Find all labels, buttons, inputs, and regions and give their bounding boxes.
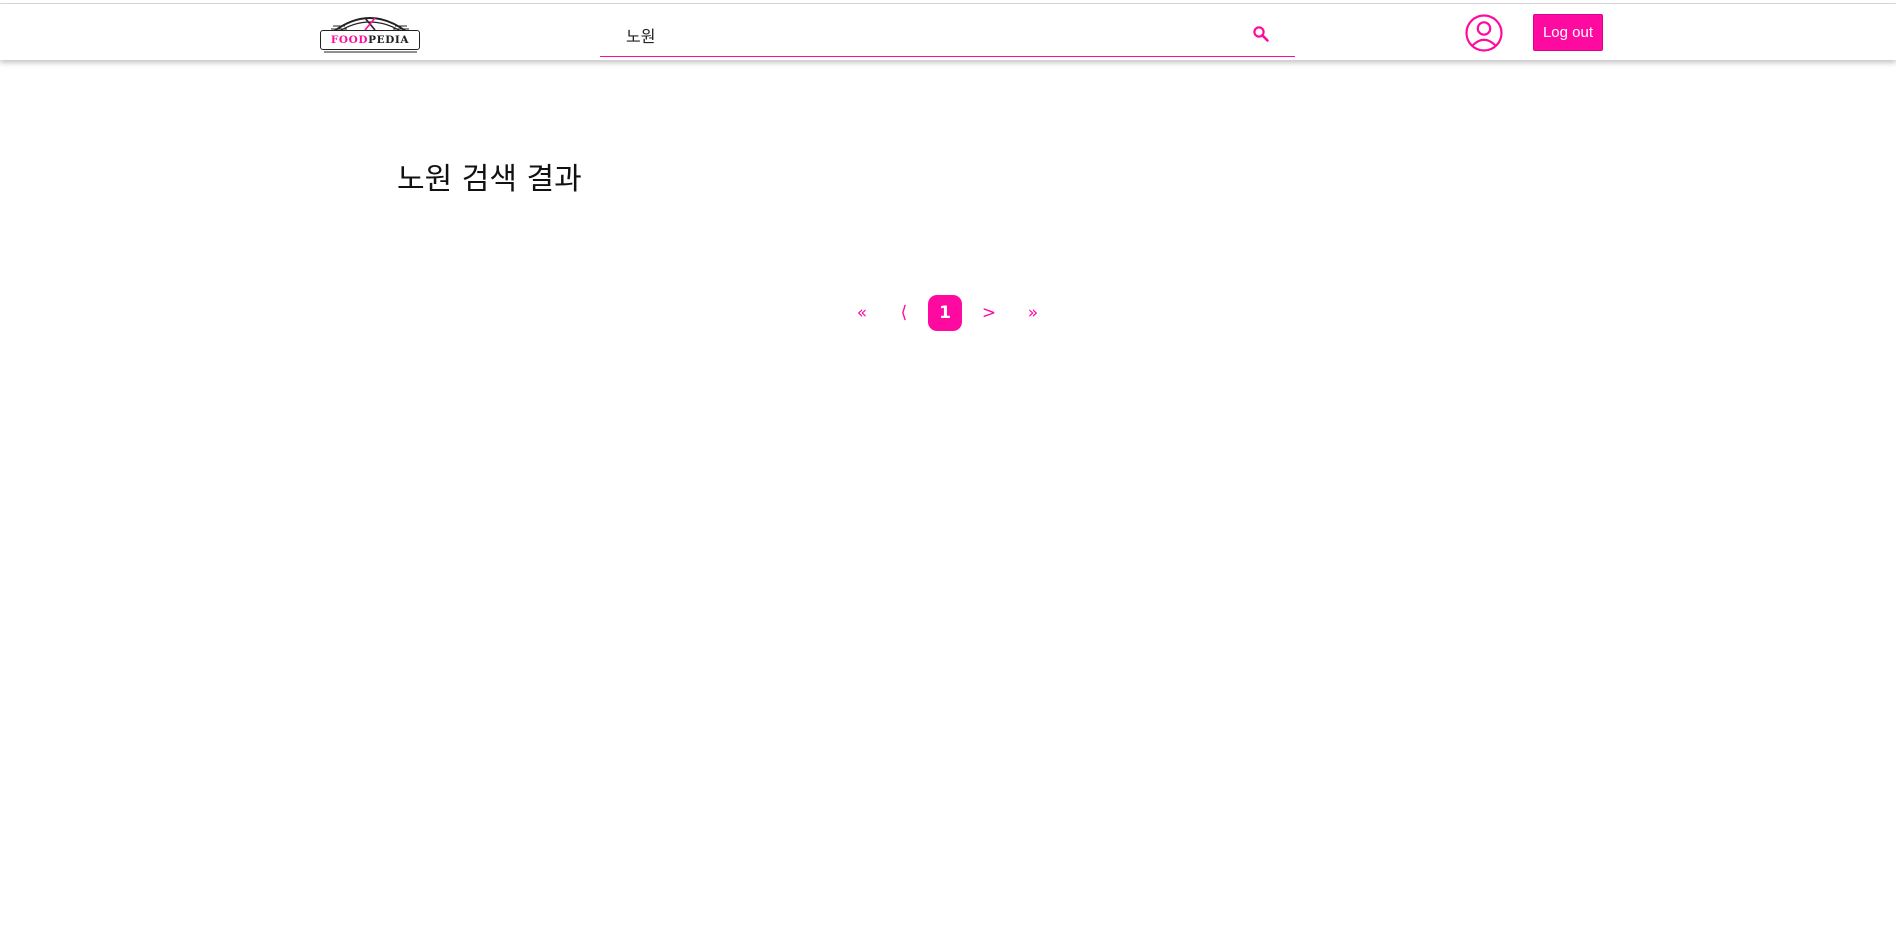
- logout-button[interactable]: Log out: [1533, 14, 1603, 51]
- logo-text-food: FOOD: [330, 34, 369, 46]
- logo-text-pedia: PEDIA: [368, 34, 410, 46]
- current-page-button[interactable]: 1: [928, 295, 962, 331]
- page-title: 노원 검색 결과: [397, 162, 582, 197]
- user-avatar-icon[interactable]: [1465, 14, 1503, 52]
- page: FOODPEDIA Log out 노원 검색 결과 « ⟨ 1 > »: [0, 0, 1896, 933]
- header-bar: FOODPEDIA Log out: [0, 4, 1896, 60]
- last-page-button[interactable]: »: [1022, 295, 1044, 331]
- next-page-button[interactable]: >: [978, 295, 1000, 331]
- logo-text: FOODPEDIA: [321, 31, 419, 49]
- search-bar: [600, 12, 1295, 57]
- foodpedia-logo[interactable]: FOODPEDIA: [319, 10, 422, 56]
- first-page-button[interactable]: «: [851, 295, 873, 331]
- logo-badge: FOODPEDIA: [320, 30, 420, 50]
- search-icon[interactable]: [1252, 25, 1270, 43]
- prev-page-button[interactable]: ⟨: [893, 295, 915, 331]
- pagination: « ⟨ 1 > »: [0, 295, 1896, 331]
- search-input[interactable]: [626, 20, 1226, 50]
